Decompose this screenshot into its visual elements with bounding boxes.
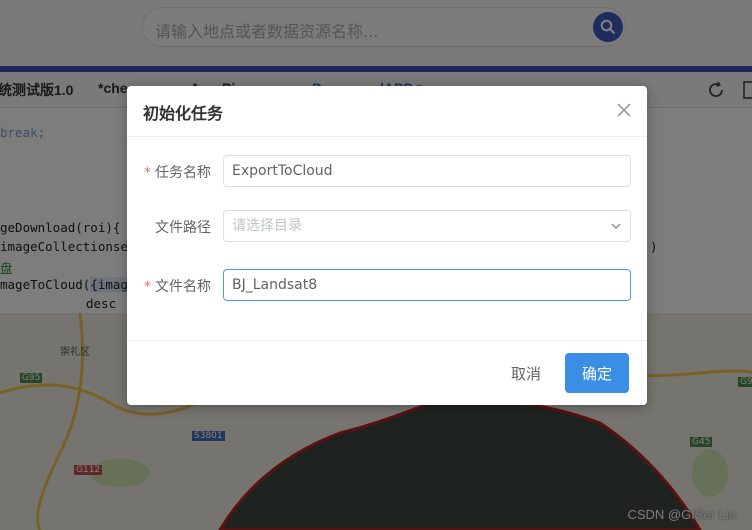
file-name-row: * 文件名称: [127, 269, 647, 301]
file-name-input[interactable]: [223, 269, 631, 301]
file-name-label: * 文件名称: [144, 276, 211, 296]
init-task-dialog: 初始化任务 *任务名称 文件路径 *文件名称 取消 确定: [127, 86, 647, 405]
task-name-label: * 任务名称: [144, 162, 211, 182]
task-name-label-text: 任务名称: [155, 165, 211, 181]
dialog-footer: 取消 确定: [127, 340, 647, 405]
dialog-header: 初始化任务: [127, 86, 647, 137]
dialog-title: 初始化任务: [143, 104, 224, 123]
file-path-label: 文件路径: [155, 220, 211, 236]
task-name-row: * 任务名称: [127, 155, 647, 187]
file-name-label-text: 文件名称: [155, 279, 211, 295]
file-path-row: 文件路径: [127, 210, 647, 242]
task-name-input[interactable]: [223, 155, 631, 187]
file-path-select[interactable]: [223, 210, 631, 242]
required-mark: *: [144, 165, 151, 181]
chevron-down-icon[interactable]: [610, 221, 622, 231]
cancel-button[interactable]: 取消: [497, 353, 555, 393]
close-icon[interactable]: [617, 103, 631, 117]
confirm-button[interactable]: 确定: [565, 353, 629, 393]
required-mark: *: [144, 279, 151, 295]
